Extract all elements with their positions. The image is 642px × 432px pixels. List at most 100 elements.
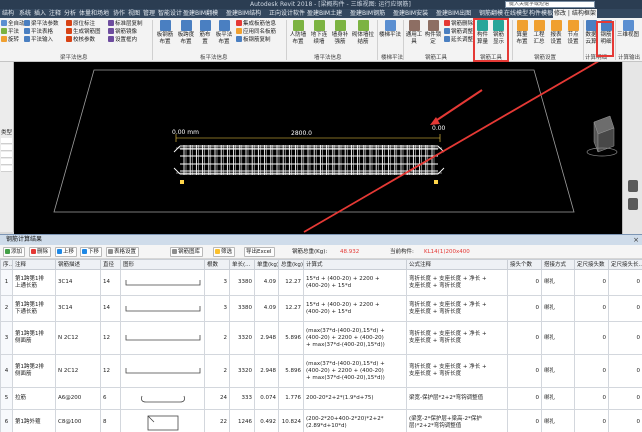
cell-formula[interactable]: 200-20*2+2*(1.9*d+75) <box>303 387 407 410</box>
cell-count[interactable]: 3 <box>204 269 230 296</box>
cell-total-w[interactable]: 10.824 <box>278 409 304 432</box>
cell-dia[interactable]: 12 <box>100 321 121 355</box>
ribbon-general-tools-button[interactable]: 通用工具 <box>405 20 423 46</box>
cell-note[interactable]: 第1跨第1排 上通长筋 <box>12 269 56 296</box>
rebar-library-button[interactable]: 钢筋图库 <box>170 247 204 257</box>
table-row[interactable]: 2 第1跨第1排 下通长筋 3C14 14 3 3380 4.09 12.27 15*d + (… <box>0 295 642 322</box>
table-row[interactable]: 5 拉筋 A6@200 6 24 333 0.074 1.776 200-20*2+2*(1.9… <box>0 387 642 410</box>
cell-unit-w[interactable]: 4.09 <box>254 295 279 322</box>
tab-forward-design[interactable]: 正向设计软件 <box>268 9 306 18</box>
cell-unit-w[interactable]: 0.074 <box>254 387 279 410</box>
tab-massing[interactable]: 体量和场地 <box>78 9 110 18</box>
cell-dia[interactable]: 6 <box>100 387 121 410</box>
ribbon-mirror-button[interactable]: 钢筋镜像 <box>108 28 137 36</box>
cell-dia[interactable]: 14 <box>100 269 121 296</box>
cell-joints[interactable]: 0 <box>507 409 542 432</box>
col-header[interactable]: 钢筋描述 <box>55 259 101 270</box>
cell-desc[interactable]: C8@100 <box>55 409 101 432</box>
3d-viewport[interactable]: 0.00 mm 2800.0 0.00 <box>14 62 622 234</box>
col-header[interactable]: 接头个数 <box>507 259 542 270</box>
col-header[interactable]: 注释 <box>12 259 56 270</box>
ribbon-copy-floor-button[interactable]: 标准层复制 <box>108 20 143 28</box>
cell-joints[interactable]: 0 <box>507 295 542 322</box>
property-row[interactable] <box>1 152 12 158</box>
tab-insert[interactable]: 插入 <box>33 9 47 18</box>
ribbon-lock-component-button[interactable]: 构件锁定 <box>424 20 442 46</box>
rebar-shape-cell[interactable] <box>120 321 205 355</box>
tab-collaborate[interactable]: 协作 <box>112 9 126 18</box>
cell-fixed-len[interactable]: 0 <box>608 387 642 410</box>
col-header[interactable]: 公式注释 <box>406 259 508 270</box>
ribbon-gen-rebar-drawing-button[interactable]: 生成钢筋图 <box>66 28 101 36</box>
ribbon-adjust-rebar-button[interactable]: 钢筋调整 <box>444 28 473 36</box>
ribbon-slab-flat-button[interactable]: 板平法布置 <box>214 20 234 46</box>
cell-fixed-joints[interactable]: 0 <box>574 354 609 388</box>
tab-yj-rebar[interactable]: 盈建BIM钢筋 <box>349 9 386 18</box>
cell-note[interactable]: 第1跨第2排 侧面筋 <box>12 354 56 388</box>
cell-length[interactable]: 3380 <box>229 295 255 322</box>
cell-note[interactable]: 第1跨第1排 下通长筋 <box>12 295 56 322</box>
cell-lap[interactable]: 绑扎 <box>541 269 575 296</box>
navigation-wheel-icon[interactable] <box>628 180 638 192</box>
col-header[interactable]: 单长(... <box>229 259 255 270</box>
cell-formula[interactable]: (max(37*d-(400-20),15*d) + (400-20) + 22… <box>303 354 407 388</box>
cell-lap[interactable]: 绑扎 <box>541 295 575 322</box>
col-header[interactable]: 直径 <box>100 259 121 270</box>
cell-fixed-len[interactable]: 0 <box>608 295 642 322</box>
col-header[interactable]: 根数 <box>204 259 230 270</box>
tab-view[interactable]: 视图 <box>127 9 141 18</box>
cell-no[interactable]: 1 <box>0 269 13 296</box>
cell-unit-w[interactable]: 0.492 <box>254 409 279 432</box>
cell-fixed-joints[interactable]: 0 <box>574 409 609 432</box>
pan-icon[interactable] <box>628 198 638 210</box>
close-icon[interactable]: × <box>633 235 639 245</box>
cell-length[interactable]: 3320 <box>229 321 255 355</box>
cell-comment[interactable]: 弯折长度 + 支座长度 + 净长 + 支座长度 + 弯折长度 <box>406 354 508 388</box>
cell-dia[interactable]: 14 <box>100 295 121 322</box>
col-header[interactable]: 定尺接头数 <box>574 259 609 270</box>
col-header[interactable]: 计算式 <box>303 259 407 270</box>
rebar-shape-cell[interactable] <box>120 295 205 322</box>
tab-yj-remodel[interactable]: 盈建BIM翻模 <box>182 9 219 18</box>
cell-dia[interactable]: 12 <box>100 354 121 388</box>
property-row[interactable] <box>1 166 12 172</box>
ribbon-slab-rebar-button[interactable]: 板钢筋布置 <box>155 20 175 46</box>
ribbon-delete-rebar-button[interactable]: 钢筋删除 <box>444 20 473 28</box>
col-header[interactable]: 序... <box>0 259 13 270</box>
cell-total-w[interactable]: 5.896 <box>278 354 304 388</box>
cell-note[interactable]: 拉筋 <box>12 387 56 410</box>
cell-formula[interactable]: 15*d + (400-20) + 2200 + (400-20) + 15*d <box>303 295 407 322</box>
cell-desc[interactable]: N 2C12 <box>55 354 101 388</box>
cell-joints[interactable]: 0 <box>507 321 542 355</box>
cell-fixed-len[interactable]: 0 <box>608 409 642 432</box>
tab-yj-install[interactable]: 盈建BIM安装 <box>392 9 429 18</box>
cell-fixed-len[interactable]: 0 <box>608 269 642 296</box>
cell-comment[interactable]: (梁宽-2*保护层+梁高-2*保护 层)*2+2*弯钩调整值 <box>406 409 508 432</box>
tab-rebar-remodel[interactable]: 钢筋翻模 <box>478 9 504 18</box>
ribbon-slab-span-button[interactable]: 板跨度布置 <box>176 20 196 46</box>
cell-lap[interactable]: 绑扎 <box>541 387 575 410</box>
filter-button[interactable]: 筛选 <box>213 247 236 257</box>
cell-fixed-len[interactable]: 0 <box>608 354 642 388</box>
rebar-shape-cell[interactable] <box>120 409 205 432</box>
table-row[interactable]: 4 第1跨第2排 侧面筋 N 2C12 12 2 3320 2.948 5.896 (max(3… <box>0 354 642 388</box>
add-button[interactable]: 添加 <box>3 247 26 257</box>
rebar-cage[interactable] <box>173 145 445 175</box>
ribbon-masonry-tie-button[interactable]: 砌体墙拉结筋 <box>351 20 375 46</box>
cell-length[interactable]: 333 <box>229 387 255 410</box>
ribbon-report-settings-button[interactable]: 报表设置 <box>548 20 564 46</box>
cell-lap[interactable]: 绑扎 <box>541 409 575 432</box>
cell-formula[interactable]: (200-2*20+400-2*20)*2+2* (2.89*d+10*d) <box>303 409 407 432</box>
tab-online-model[interactable]: 在线模型 <box>503 9 529 18</box>
col-header[interactable]: 搭接方式 <box>541 259 575 270</box>
cell-total-w[interactable]: 5.896 <box>278 321 304 355</box>
rebar-shape-cell[interactable] <box>120 354 205 388</box>
cell-comment[interactable]: 弯折长度 + 支座长度 + 净长 + 支座长度 + 弯折长度 <box>406 295 508 322</box>
delete-button[interactable]: 删除 <box>29 247 52 257</box>
cell-count[interactable]: 3 <box>204 295 230 322</box>
cell-desc[interactable]: N 2C12 <box>55 321 101 355</box>
tab-annotate[interactable]: 注释 <box>48 9 62 18</box>
tab-yj-structure[interactable]: 盈建BIM结构 <box>225 9 262 18</box>
ribbon-node-settings-button[interactable]: 节点设置 <box>565 20 581 46</box>
cell-length[interactable]: 1246 <box>229 409 255 432</box>
